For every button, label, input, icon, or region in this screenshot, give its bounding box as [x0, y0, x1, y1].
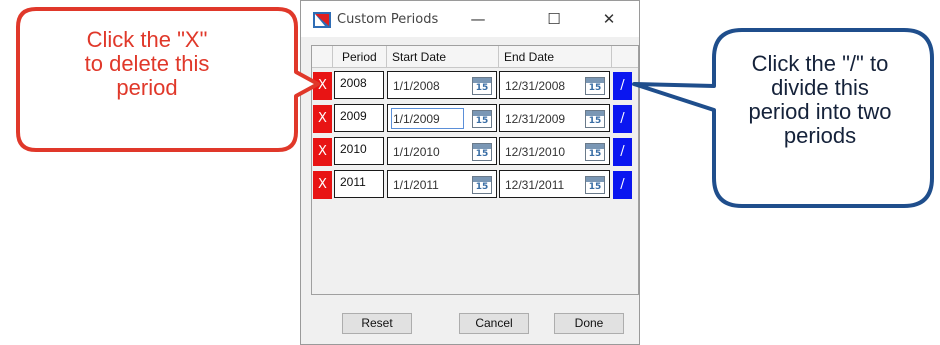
delete-callout-line: period	[116, 75, 178, 100]
divide-callout-line: divide this	[771, 75, 869, 100]
delete-callout-text: Click the "X" to delete this period	[24, 28, 270, 100]
divide-callout-line: periods	[783, 123, 857, 148]
divide-callout-line: Click the "/" to	[751, 51, 889, 76]
divide-callout-text: Click the "/" to divide this period into…	[710, 52, 930, 148]
delete-callout-line: to delete this	[84, 51, 210, 76]
divide-callout-line: period into two	[748, 99, 892, 124]
delete-callout-line: Click the "X"	[86, 27, 208, 52]
